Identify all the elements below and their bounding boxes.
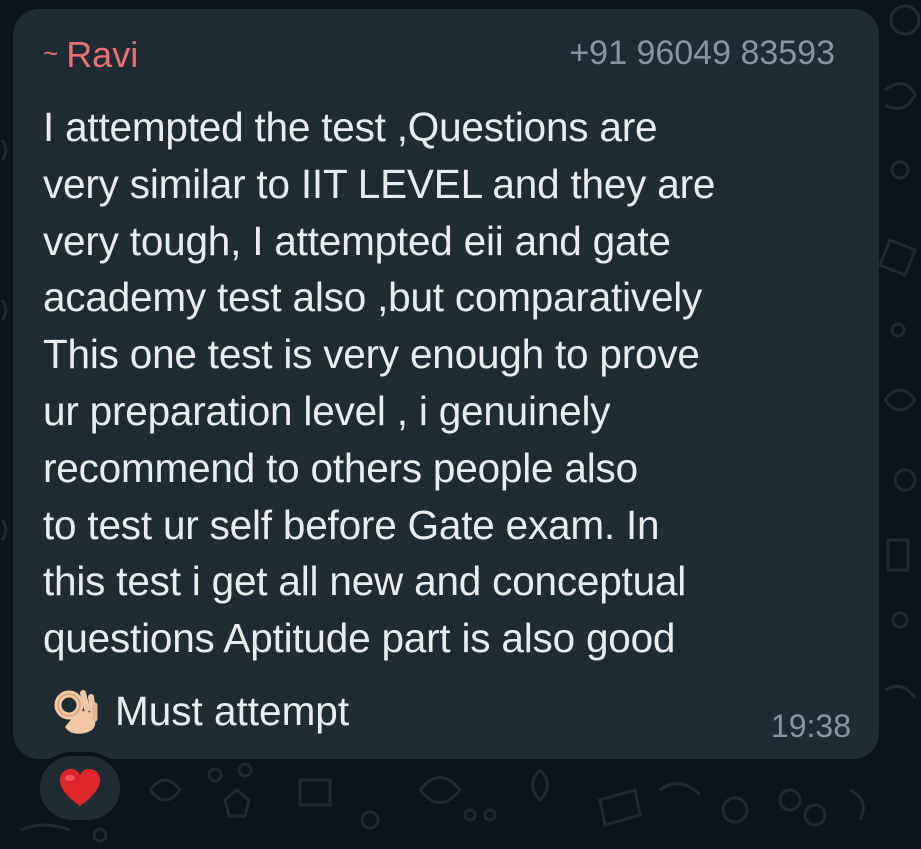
reaction-badge[interactable]: [36, 752, 124, 824]
sender-phone[interactable]: +91 96049 83593: [569, 31, 835, 75]
message-line: recommend to others people also: [43, 444, 638, 491]
message-line: I attempted the test ,Questions are: [43, 104, 658, 150]
message-line: very tough, I attempted eii and gate: [43, 217, 671, 264]
ok-hand-icon: [54, 690, 98, 734]
message-header: ~ Ravi +91 96049 83593: [43, 31, 835, 75]
final-text: Must attempt: [115, 687, 350, 734]
message-line: this test i get all new and conceptual: [43, 558, 687, 605]
sender-prefix: ~: [43, 38, 59, 68]
message-line: questions Aptitude part is also good: [43, 615, 676, 662]
message-final-line: Must attempt: [49, 681, 349, 741]
sender-name-text: Ravi: [66, 34, 139, 75]
message-time: 19:38: [770, 708, 851, 744]
message-line: to test ur self before Gate exam. In: [43, 501, 660, 548]
message-text: I attempted the test ,Questions are very…: [43, 99, 863, 667]
message-line: ur preparation level , i genuinely: [43, 387, 611, 434]
red-heart-icon: [60, 769, 100, 806]
message-line: This one test is very enough to prove: [43, 331, 700, 378]
message-line: very similar to IIT LEVEL and they are: [43, 160, 716, 207]
message-line: academy test also ,but comparatively: [43, 274, 703, 321]
sender-name[interactable]: ~ Ravi: [43, 31, 138, 77]
message-bubble[interactable]: ~ Ravi +91 96049 83593 I attempted the te…: [13, 9, 879, 759]
